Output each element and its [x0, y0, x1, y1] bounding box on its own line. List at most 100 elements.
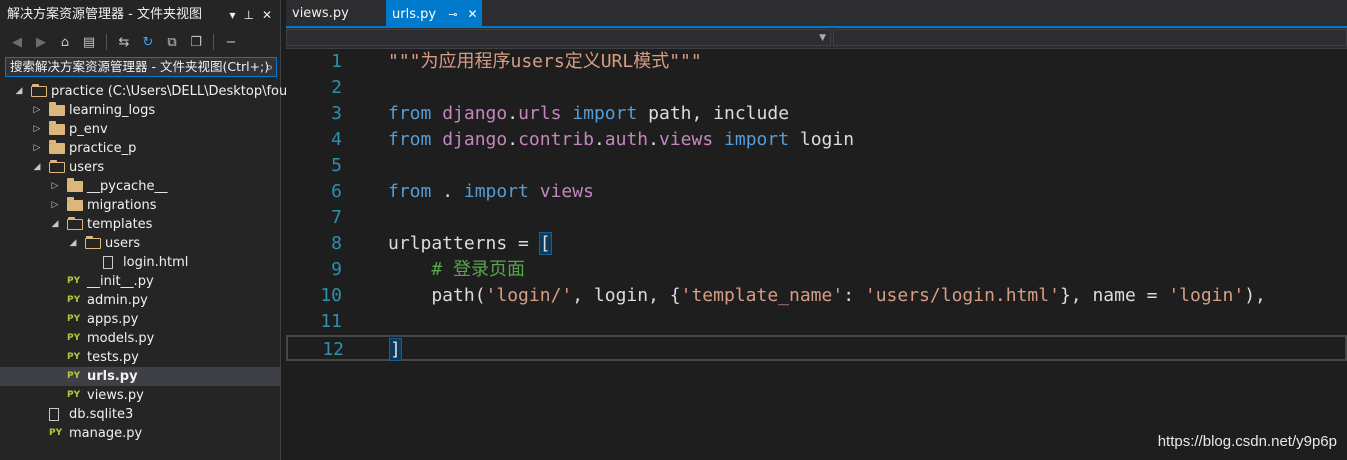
- code-line[interactable]: 2: [286, 75, 1347, 101]
- code-token: import: [724, 129, 790, 150]
- dropdown-icon[interactable]: ▾: [229, 0, 235, 30]
- tree-item[interactable]: PY tests.py: [0, 348, 280, 367]
- code-token: # 登录页面: [431, 259, 526, 280]
- expanded-arrow-icon[interactable]: ◢: [32, 158, 42, 177]
- code-token: ]: [389, 338, 402, 361]
- code-token: , login, {: [572, 285, 681, 306]
- code-token: 'template_name': [680, 285, 844, 306]
- toolbar-divider: [213, 34, 214, 50]
- sync-icon[interactable]: ⇆: [115, 33, 133, 51]
- code-line[interactable]: 11: [286, 309, 1347, 335]
- code-editor[interactable]: 1 """为应用程序users定义URL模式""" 2 3 from django.ur…: [286, 49, 1347, 460]
- tree-item[interactable]: ▷ __pycache__: [0, 177, 280, 196]
- pin-icon[interactable]: ⊸: [448, 8, 457, 21]
- line-number: 4: [331, 129, 342, 150]
- tree-item[interactable]: ▷ learning_logs: [0, 101, 280, 120]
- tree-item[interactable]: ◢ users: [0, 234, 280, 253]
- tree-item-label: p_env: [69, 122, 108, 137]
- code-token: .: [593, 129, 605, 150]
- tree-item[interactable]: db.sqlite3: [0, 405, 280, 424]
- tree-item[interactable]: PY apps.py: [0, 310, 280, 329]
- code-line[interactable]: 10 path('login/', login, {'template_name…: [286, 283, 1347, 309]
- code-line[interactable]: 12]: [286, 335, 1347, 361]
- folder-open-icon: [85, 236, 101, 249]
- tree-item[interactable]: ▷ p_env: [0, 120, 280, 139]
- code-token: .: [507, 103, 519, 124]
- code-text: path('login/', login, {'template_name': …: [388, 283, 1266, 309]
- python-file-icon: PY: [67, 390, 81, 400]
- expanded-arrow-icon[interactable]: ◢: [68, 234, 78, 253]
- python-file-icon: PY: [67, 333, 81, 343]
- tree-item[interactable]: PY views.py: [0, 386, 280, 405]
- tree-item-label: __init__.py: [87, 274, 154, 289]
- tree-item-label: manage.py: [69, 426, 143, 441]
- folder-open-icon: [49, 160, 65, 173]
- code-token: django: [442, 103, 508, 124]
- tree-item[interactable]: ▷ migrations: [0, 196, 280, 215]
- tree-item-label: login.html: [123, 255, 189, 270]
- tree-item-label: models.py: [87, 331, 155, 346]
- tree-item[interactable]: ▷ practice_p: [0, 139, 280, 158]
- pin-icon[interactable]: ⊥: [243, 0, 253, 30]
- tree-item[interactable]: PY manage.py: [0, 424, 280, 443]
- expanded-arrow-icon[interactable]: ◢: [50, 215, 60, 234]
- python-file-icon: PY: [67, 352, 81, 362]
- forward-icon[interactable]: ▶: [32, 33, 50, 51]
- code-token: django: [442, 129, 508, 150]
- tree-item-label: __pycache__: [87, 179, 168, 194]
- tree-item-label: apps.py: [87, 312, 139, 327]
- tree-item[interactable]: ◢ practice (C:\Users\DELL\Desktop\four\l: [0, 82, 301, 101]
- tree-item[interactable]: PY __init__.py: [0, 272, 280, 291]
- show-all-files-icon[interactable]: ❐: [187, 33, 205, 51]
- collapsed-arrow-icon[interactable]: ▷: [32, 120, 42, 139]
- code-line[interactable]: 1 """为应用程序users定义URL模式""": [286, 49, 1347, 75]
- collapsed-arrow-icon[interactable]: ▷: [50, 196, 60, 215]
- properties-icon[interactable]: −: [222, 33, 240, 51]
- tree-item[interactable]: ◢ templates: [0, 215, 280, 234]
- expanded-arrow-icon[interactable]: ◢: [14, 82, 24, 101]
- tree-item[interactable]: PY models.py: [0, 329, 280, 348]
- code-token: from: [388, 103, 432, 124]
- line-number: 1: [331, 51, 342, 72]
- close-icon[interactable]: ✕: [468, 7, 478, 21]
- code-line[interactable]: 8 urlpatterns = [: [286, 231, 1347, 257]
- code-line[interactable]: 7: [286, 205, 1347, 231]
- refresh-icon[interactable]: ↻: [139, 33, 157, 51]
- tab-urls-py[interactable]: urls.py ⊸ ✕: [386, 0, 482, 26]
- code-token: import: [463, 181, 529, 202]
- search-placeholder: 搜索解决方案资源管理器 - 文件夹视图(Ctrl+;): [10, 59, 270, 74]
- tree-item[interactable]: login.html: [0, 253, 280, 272]
- close-icon[interactable]: ✕: [262, 0, 272, 30]
- tree-item[interactable]: PY admin.py: [0, 291, 280, 310]
- collapse-all-icon[interactable]: ⧉: [163, 33, 181, 51]
- member-dropdown[interactable]: [833, 29, 1347, 46]
- explorer-search-input[interactable]: 搜索解决方案资源管理器 - 文件夹视图(Ctrl+;) ⌕: [5, 57, 277, 77]
- code-line[interactable]: 3 from django.urls import path, include: [286, 101, 1347, 127]
- collapsed-arrow-icon[interactable]: ▷: [32, 139, 42, 158]
- explorer-title-bar: 解决方案资源管理器 - 文件夹视图 ▾ ⊥ ✕: [0, 0, 280, 30]
- code-token: ),: [1244, 285, 1266, 306]
- code-line[interactable]: 4 from django.contrib.auth.views import l…: [286, 127, 1347, 153]
- tab-views-py[interactable]: views.py: [286, 0, 384, 26]
- collapsed-arrow-icon[interactable]: ▷: [32, 101, 42, 120]
- tree-item[interactable]: PY urls.py: [0, 367, 280, 386]
- code-text: """为应用程序users定义URL模式""": [388, 49, 702, 75]
- tree-item-label: users: [69, 160, 105, 175]
- scope-dropdown[interactable]: ▼: [286, 29, 831, 46]
- tree-item[interactable]: ◢ users: [0, 158, 280, 177]
- search-icon[interactable]: ⌕: [266, 58, 273, 76]
- code-line[interactable]: 6 from . import views: [286, 179, 1347, 205]
- code-token: .: [648, 129, 659, 150]
- code-line[interactable]: 9 # 登录页面: [286, 257, 1347, 283]
- code-token: views: [658, 129, 714, 150]
- code-token: .: [507, 129, 519, 150]
- code-line[interactable]: 5: [286, 153, 1347, 179]
- switch-views-icon[interactable]: ▤: [80, 33, 98, 51]
- collapsed-arrow-icon[interactable]: ▷: [50, 177, 60, 196]
- home-icon[interactable]: ⌂: [56, 33, 74, 51]
- back-icon[interactable]: ◀: [8, 33, 26, 51]
- python-file-icon: PY: [67, 295, 81, 305]
- navigation-bar: ▼: [286, 28, 1347, 49]
